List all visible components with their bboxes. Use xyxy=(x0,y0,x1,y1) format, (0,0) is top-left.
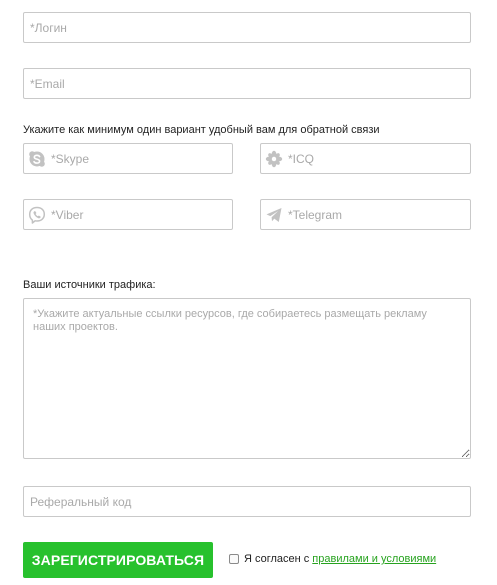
terms-agreement: Я согласен с правилами и условиями xyxy=(229,553,436,565)
traffic-sources-textarea[interactable] xyxy=(23,298,471,459)
referral-code-input[interactable] xyxy=(23,486,471,517)
login-input[interactable] xyxy=(23,12,471,43)
icq-input[interactable] xyxy=(260,143,471,174)
terms-checkbox[interactable] xyxy=(229,554,239,564)
skype-input[interactable] xyxy=(23,143,233,174)
viber-input[interactable] xyxy=(23,199,233,230)
terms-link[interactable]: правилами и условиями xyxy=(312,553,436,565)
traffic-sources-label: Ваши источники трафика: xyxy=(23,279,156,291)
terms-agree-text: Я согласен с xyxy=(244,553,310,565)
telegram-input[interactable] xyxy=(260,199,471,230)
email-input[interactable] xyxy=(23,68,471,99)
register-button[interactable]: ЗАРЕГИСТРИРОВАТЬСЯ xyxy=(23,542,213,578)
contact-hint-label: Укажите как минимум один вариант удобный… xyxy=(23,124,380,136)
